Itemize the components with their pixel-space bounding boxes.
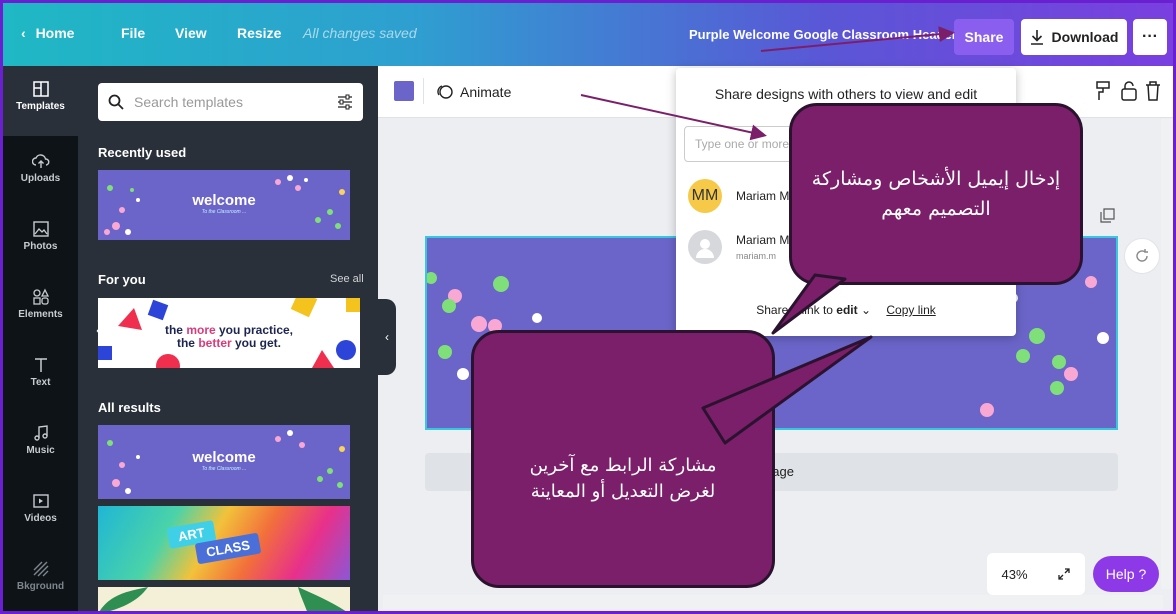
- template-thumb-art-class[interactable]: ART CLASS: [98, 506, 350, 580]
- rail-item-text[interactable]: Text: [3, 356, 78, 388]
- member-row: Mariam M mariam.m: [688, 230, 789, 264]
- home-button[interactable]: ‹ Home: [21, 25, 74, 41]
- animate-button[interactable]: Animate: [436, 83, 511, 101]
- template-thumb-tropical[interactable]: [98, 587, 350, 611]
- filter-sliders-icon[interactable]: [337, 94, 353, 110]
- search-templates-field[interactable]: Search templates: [98, 83, 363, 121]
- carousel-next-icon[interactable]: ›: [354, 320, 360, 341]
- thumb-welcome-subtitle: To the Classroom ...: [201, 208, 247, 215]
- member-email: mariam.m: [736, 251, 776, 261]
- download-button[interactable]: Download: [1021, 19, 1127, 55]
- rail-item-photos[interactable]: Photos: [3, 220, 78, 252]
- duplicate-page-icon[interactable]: [1099, 208, 1115, 224]
- thumb-welcome-title: welcome: [192, 192, 256, 210]
- fullscreen-expand-icon[interactable]: [1057, 567, 1071, 581]
- templates-panel: Search templates Recently used welcome T…: [78, 66, 378, 611]
- see-all-link[interactable]: See all: [330, 273, 364, 285]
- thumb-welcome-title: welcome: [192, 448, 256, 466]
- zoom-level[interactable]: 43%: [1001, 567, 1027, 582]
- view-menu[interactable]: View: [175, 25, 207, 41]
- share-button[interactable]: Share: [954, 19, 1014, 55]
- thumb-welcome-subtitle: To the Classroom ...: [201, 465, 247, 472]
- lock-icon[interactable]: [1120, 80, 1138, 102]
- refresh-button[interactable]: [1124, 238, 1160, 274]
- file-menu[interactable]: File: [121, 25, 145, 41]
- animate-icon: [437, 85, 453, 99]
- template-thumb-practice[interactable]: the more you practice, the better you ge…: [98, 298, 360, 368]
- copy-link-button[interactable]: Copy link: [886, 303, 935, 317]
- zoom-control[interactable]: 43%: [987, 553, 1085, 595]
- toolbar-divider: [423, 78, 424, 104]
- shapes-icon: [32, 288, 49, 305]
- all-results-heading: All results: [98, 400, 161, 415]
- chevron-left-icon: ‹: [385, 330, 389, 344]
- top-bar: ‹ Home File View Resize All changes save…: [3, 3, 1173, 66]
- collapse-panel-button[interactable]: ‹: [378, 299, 396, 375]
- help-button[interactable]: Help ?: [1093, 556, 1159, 592]
- rail-item-uploads[interactable]: Uploads: [3, 152, 78, 184]
- avatar: [688, 230, 722, 264]
- photo-icon: [32, 221, 49, 237]
- rail-item-videos[interactable]: Videos: [3, 492, 78, 524]
- carousel-prev-icon[interactable]: ‹: [96, 320, 102, 341]
- link-permission-select[interactable]: edit: [836, 303, 857, 317]
- vertical-scrollbar[interactable]: [1161, 119, 1173, 589]
- chevron-left-icon: ‹: [21, 25, 26, 41]
- more-options-button[interactable]: ···: [1133, 19, 1167, 55]
- member-row: MM Mariam M: [688, 179, 789, 213]
- upload-cloud-icon: [31, 154, 49, 168]
- trash-icon[interactable]: [1144, 80, 1162, 102]
- text-icon: [34, 358, 47, 372]
- share-link-row: Share a link to edit ⌄ Copy link: [756, 303, 936, 317]
- paint-roller-icon[interactable]: [1094, 80, 1112, 102]
- rail-item-elements[interactable]: Elements: [3, 288, 78, 320]
- leaf-decoration: [99, 587, 346, 611]
- refresh-icon: [1136, 249, 1148, 262]
- rail-item-music[interactable]: Music: [3, 424, 78, 456]
- search-icon: [108, 94, 124, 110]
- resize-menu[interactable]: Resize: [237, 25, 281, 41]
- app-window: ‹ Home File View Resize All changes save…: [0, 0, 1176, 614]
- for-you-heading: For you: [98, 272, 146, 287]
- share-popup-title: Share designs with others to view and ed…: [714, 86, 978, 102]
- document-title[interactable]: Purple Welcome Google Classroom Header: [689, 27, 957, 42]
- template-thumb-welcome-result[interactable]: welcome To the Classroom ...: [98, 425, 350, 499]
- chevron-down-icon[interactable]: ⌄: [861, 303, 871, 317]
- user-silhouette-icon: [696, 239, 714, 258]
- rail-item-background[interactable]: Bkground: [3, 560, 78, 592]
- left-rail: Templates Uploads Photos Elements Text M…: [3, 66, 78, 611]
- color-swatch[interactable]: [394, 81, 414, 101]
- member-name: Mariam M: [736, 189, 790, 203]
- search-input[interactable]: Search templates: [134, 94, 337, 110]
- member-name: Mariam M: [736, 233, 790, 247]
- download-icon: [1030, 30, 1043, 45]
- recently-used-heading: Recently used: [98, 145, 187, 160]
- background-hatch-icon: [33, 561, 48, 577]
- avatar: MM: [688, 179, 722, 213]
- horizontal-scrollbar[interactable]: [383, 595, 1163, 609]
- annotation-bubble-invite: إدخال إيميل الأشخاص ومشاركة التصميم معهم: [789, 103, 1083, 285]
- music-note-icon: [33, 425, 48, 441]
- save-status: All changes saved: [303, 25, 417, 41]
- thumb-practice-text: the more you practice, the better you ge…: [164, 323, 294, 350]
- templates-icon: [32, 81, 49, 97]
- video-play-icon: [32, 494, 49, 508]
- rail-item-templates[interactable]: Templates: [3, 66, 78, 136]
- annotation-bubble-link: مشاركة الرابط مع آخرين لغرض التعديل أو ا…: [471, 330, 775, 588]
- template-thumb-welcome-recent[interactable]: welcome To the Classroom ...: [98, 170, 350, 240]
